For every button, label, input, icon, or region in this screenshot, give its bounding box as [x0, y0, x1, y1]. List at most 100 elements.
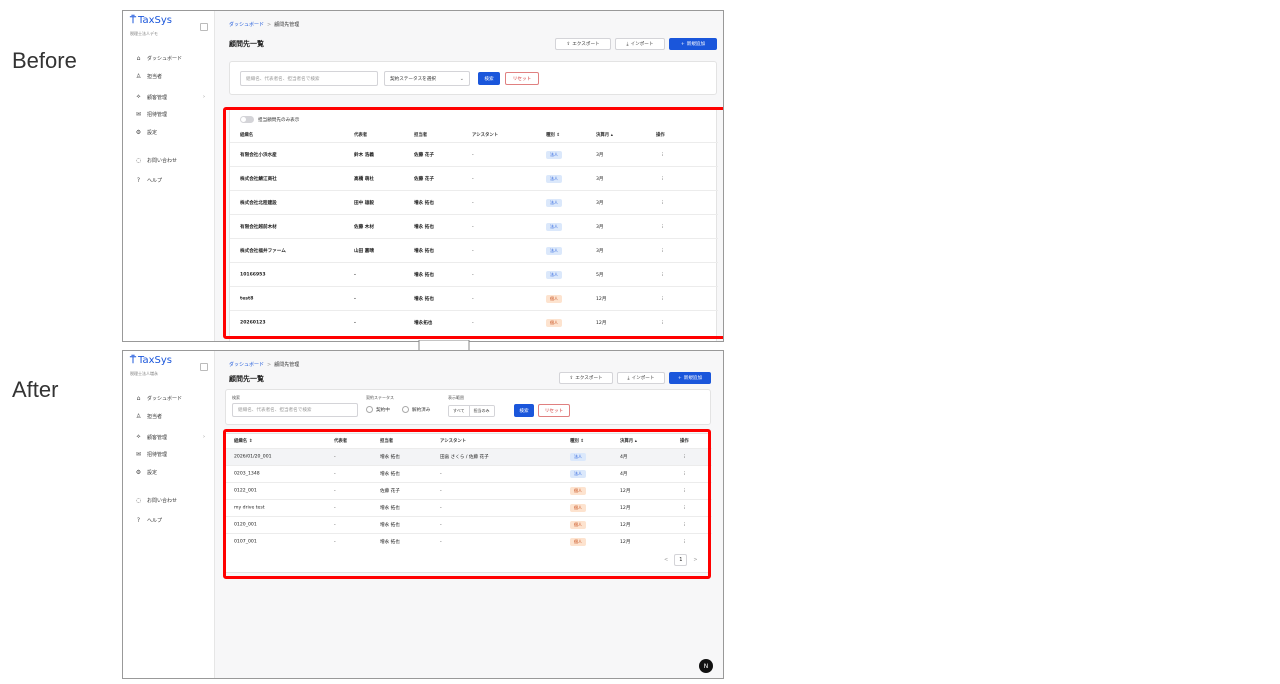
cell-staff: 増永 拓也 — [380, 472, 400, 477]
cell-asst: - — [472, 152, 474, 157]
firm-name: 税理士法人デモ — [130, 31, 158, 36]
row-menu-icon[interactable]: ⋮ — [660, 176, 665, 181]
row-menu-icon[interactable]: ⋮ — [682, 489, 687, 494]
row-menu-icon[interactable]: ⋮ — [660, 272, 665, 277]
sidebar-item-invites[interactable]: ✉ 招待管理 — [135, 111, 167, 118]
sidebar-item-invites[interactable]: ✉ 招待管理 — [135, 451, 167, 458]
reset-button[interactable]: リセット — [505, 72, 539, 85]
sidebar-item-customers[interactable]: ⟡ 顧客管理 › — [135, 433, 205, 441]
cell-type: 法人 — [546, 198, 562, 207]
cell-name: 株式会社鯖江商社 — [240, 176, 277, 182]
column-header-name[interactable]: 組織名 ⇕ — [234, 438, 252, 444]
cell-type: 法人 — [570, 470, 586, 478]
reset-button[interactable]: リセット — [538, 404, 570, 417]
row-menu-icon[interactable]: ⋮ — [660, 296, 665, 301]
radio-dot[interactable] — [366, 406, 373, 413]
table-row[interactable]: 20260123 - 増永拓也 - 個人 12月 ⋮ — [230, 310, 718, 334]
row-menu-icon[interactable]: ⋮ — [660, 152, 665, 157]
table-row[interactable]: 0122_001 - 佐藤 花子 - 個人 12月 ⋮ — [224, 482, 712, 499]
breadcrumb-root[interactable]: ダッシュボード — [229, 362, 264, 368]
chevron-right-icon: › — [203, 94, 205, 100]
import-button[interactable]: ⤓ インポート — [617, 372, 665, 384]
row-menu-icon[interactable]: ⋮ — [682, 472, 687, 477]
sidebar-item-customers[interactable]: ⟡ 顧客管理 › — [135, 93, 205, 101]
scope-mine[interactable]: 担当のみ — [468, 406, 494, 416]
table-row[interactable]: 株式会社北陸建設 田中 雄毅 増永 拓也 - 法人 3月 ⋮ — [230, 190, 718, 214]
search-input[interactable]: 組織名、代表者名、担当者名で検索 — [240, 71, 378, 86]
sidebar-item-help[interactable]: ? ヘルプ — [135, 517, 162, 524]
breadcrumb-root[interactable]: ダッシュボード — [229, 22, 264, 28]
export-button[interactable]: ⇪ エクスポート — [555, 38, 611, 50]
table-row[interactable]: test8 - 増永 拓也 - 個人 12月 ⋮ — [230, 286, 718, 310]
status-select[interactable]: 契約ステータスを選択 ⌄ — [384, 71, 470, 86]
column-header-type[interactable]: 種別 ⇕ — [570, 438, 584, 444]
cell-rep: - — [334, 471, 336, 477]
toggle-switch[interactable] — [240, 116, 254, 123]
cell-name: test8 — [240, 296, 254, 301]
status-radio-cancelled[interactable]: 解約済み — [402, 406, 430, 413]
table-row[interactable]: 有限会社小浜水産 鈴木 浩義 佐藤 花子 - 法人 3月 ⋮ — [230, 142, 718, 166]
cell-month: 3月 — [596, 176, 604, 182]
scope-segment[interactable]: すべて 担当のみ — [448, 405, 495, 417]
column-header-name[interactable]: 組織名 — [240, 132, 253, 138]
row-menu-icon[interactable]: ⋮ — [660, 200, 665, 205]
sidebar: ⍑ TaxSys 税理士法人デモ ⌂ ダッシュボード ♙ 担当者 ⟡ 顧客管理 › ✉ 招待… — [123, 11, 215, 341]
import-button[interactable]: ⤓ インポート — [615, 38, 665, 50]
cell-type: 個人 — [570, 487, 586, 495]
table-row[interactable]: 0107_001 - 増永 拓也 - 個人 12月 ⋮ — [224, 533, 712, 550]
column-header-fiscal-month[interactable]: 決算月 ▴ — [620, 438, 637, 444]
next-page-button[interactable]: > — [693, 557, 697, 563]
row-menu-icon[interactable]: ⋮ — [682, 506, 687, 511]
column-header-type[interactable]: 種別 ⇕ — [546, 132, 560, 138]
filter-card: 組織名、代表者名、担当者名で検索 契約ステータスを選択 ⌄ 検索 リセット — [229, 61, 717, 95]
table-row[interactable]: 0203_1348 - 増永 拓也 - 法人 4月 ⋮ — [224, 465, 712, 482]
table-row[interactable]: 0120_001 - 増永 拓也 - 個人 12月 ⋮ — [224, 516, 712, 533]
sidebar-collapse-icon[interactable] — [200, 363, 208, 371]
plus-icon: + — [680, 41, 685, 47]
sidebar-item-dashboard[interactable]: ⌂ ダッシュボード — [135, 395, 182, 402]
add-button[interactable]: + 新規追加 — [669, 372, 711, 384]
row-menu-icon[interactable]: ⋮ — [682, 540, 687, 545]
radio-dot[interactable] — [402, 406, 409, 413]
sidebar-item-settings[interactable]: ⚙ 設定 — [135, 129, 157, 136]
search-button[interactable]: 検索 — [514, 404, 534, 417]
table-row[interactable]: 2026/01/20_001 - 増永 拓也 田畠 さくら / 佐藤 花子 法人 4月 ⋮ — [224, 448, 712, 465]
cell-type: 個人 — [546, 294, 562, 303]
status-radio-active[interactable]: 契約中 — [366, 406, 390, 413]
page-number[interactable]: 1 — [674, 554, 688, 566]
export-button[interactable]: ⇪ エクスポート — [559, 372, 613, 384]
search-button[interactable]: 検索 — [478, 72, 500, 85]
table-row[interactable]: 有限会社越前木材 佐藤 木材 増永 拓也 - 法人 3月 ⋮ — [230, 214, 718, 238]
row-menu-icon[interactable]: ⋮ — [660, 248, 665, 253]
prev-page-button[interactable]: < — [664, 557, 668, 563]
cell-rep: - — [334, 522, 336, 528]
sidebar-item-staff[interactable]: ♙ 担当者 — [135, 413, 162, 420]
row-menu-icon[interactable]: ⋮ — [682, 455, 687, 460]
sidebar-item-contact[interactable]: ◌ お問い合わせ — [135, 497, 177, 504]
help-icon: ? — [136, 517, 141, 524]
row-menu-icon[interactable]: ⋮ — [660, 320, 665, 325]
table-row[interactable]: 株式会社福井ファーム 山田 嘉晴 増永 拓也 - 法人 3月 ⋮ — [230, 238, 718, 262]
search-input[interactable]: 組織名、代表者名、担当者名で検索 — [232, 403, 358, 417]
sidebar-item-settings[interactable]: ⚙ 設定 — [135, 469, 157, 476]
sidebar-item-help[interactable]: ? ヘルプ — [135, 177, 162, 184]
scope-all[interactable]: すべて — [449, 406, 469, 416]
sidebar-item-dashboard[interactable]: ⌂ ダッシュボード — [135, 55, 182, 62]
sidebar-item-staff[interactable]: ♙ 担当者 — [135, 73, 162, 80]
cell-staff: 増永拓也 — [414, 320, 433, 326]
my-clients-toggle[interactable]: 担当顧問先のみ表示 — [240, 116, 299, 123]
sidebar-item-contact[interactable]: ◌ お問い合わせ — [135, 157, 177, 164]
person-icon: ♙ — [135, 73, 142, 80]
row-menu-icon[interactable]: ⋮ — [660, 224, 665, 229]
table-row[interactable]: my drive test - 増永 拓也 - 個人 12月 ⋮ — [224, 499, 712, 516]
floating-avatar-button[interactable]: N — [699, 659, 713, 673]
row-menu-icon[interactable]: ⋮ — [682, 523, 687, 528]
column-header-fiscal-month[interactable]: 決算月 ▴ — [596, 132, 613, 138]
cell-asst: - — [440, 488, 442, 494]
add-button[interactable]: + 新規追加 — [669, 38, 717, 50]
cell-name: 有限会社小浜水産 — [240, 152, 277, 158]
sidebar-collapse-icon[interactable] — [200, 23, 208, 31]
table-row[interactable]: 10166953 - 増永 拓也 - 法人 5月 ⋮ — [230, 262, 718, 286]
table-row[interactable]: 株式会社鯖江商社 高橋 萌杜 佐藤 花子 - 法人 3月 ⋮ — [230, 166, 718, 190]
status-label: 契約ステータス — [366, 395, 394, 400]
